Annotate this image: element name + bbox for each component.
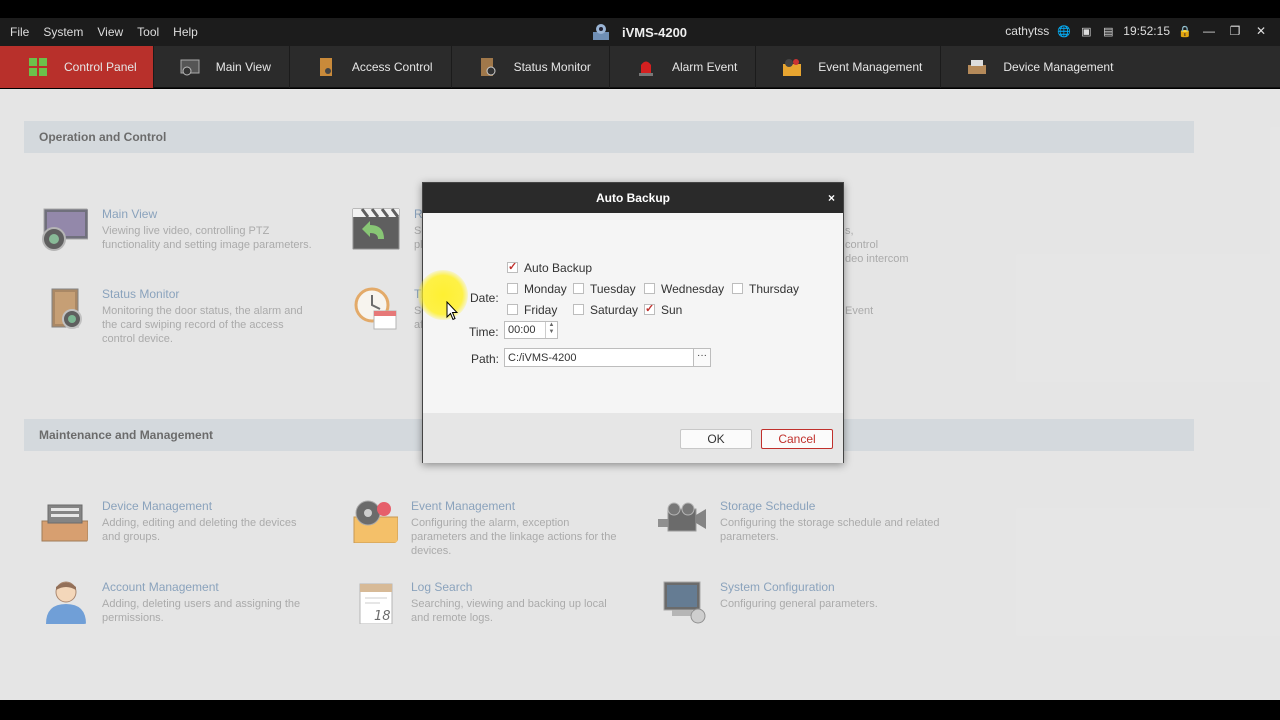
event-management-icon [783,59,802,76]
tab-alarm-event[interactable]: Alarm Event [610,46,757,88]
tab-label: Device Management [1003,60,1114,74]
monday-label: Monday [524,282,567,296]
ram-icon[interactable]: ▤ [1101,24,1115,38]
menu-help[interactable]: Help [173,25,198,39]
menu-view[interactable]: View [97,25,123,39]
clock-time: 19:52:15 [1123,24,1170,38]
spin-down-icon[interactable]: ▼ [546,329,557,336]
user-name: cathytss [1005,24,1050,38]
dialog-title-bar: Auto Backup × [423,183,843,213]
dialog-footer: OK Cancel [423,413,843,463]
friday-checkbox[interactable] [507,304,518,315]
alarm-event-icon [638,61,653,76]
auto-backup-label: Auto Backup [524,261,593,275]
restore-icon[interactable]: ❐ [1226,24,1244,38]
minimize-icon[interactable]: — [1200,24,1218,38]
sunday-checkbox[interactable] [644,302,655,315]
dialog-title: Auto Backup [595,191,670,205]
tab-label: Event Management [818,60,923,74]
app-title: iVMS-4200 [622,24,688,40]
menu-list: File System View Tool Help [10,25,212,39]
auto-backup-checkbox[interactable] [507,260,518,273]
tab-label: Main View [215,60,271,74]
menu-file[interactable]: File [10,25,29,39]
date-label: Date: [470,291,499,305]
tab-main-view[interactable]: Main View [154,46,290,88]
time-spinner[interactable]: ▲ ▼ [545,322,557,338]
tab-device-management[interactable]: Device Management [941,46,1131,88]
tuesday-label: Tuesday [590,282,636,296]
cancel-button[interactable]: Cancel [761,429,833,449]
main-view-icon [180,59,200,76]
ok-button[interactable]: OK [680,429,752,449]
tab-event-management[interactable]: Event Management [756,46,942,88]
menu-bar: File System View Tool Help iVMS-4200 cat… [0,18,1280,46]
tab-label: Access Control [351,60,433,74]
app-title-area: iVMS-4200 [590,22,687,42]
monday-checkbox[interactable] [507,283,518,294]
time-label: Time: [469,325,499,339]
sunday-label: Sun [661,303,683,317]
menu-tool[interactable]: Tool [137,25,159,39]
cursor-highlight [418,270,468,320]
saturday-label: Saturday [590,303,639,317]
close-icon[interactable]: × [828,183,835,213]
time-value: 00:00 [508,324,536,336]
thursday-checkbox[interactable] [732,283,743,294]
tab-access-control[interactable]: Access Control [290,46,452,88]
tab-control-panel[interactable]: Control Panel [0,46,154,88]
control-panel-icon [29,58,47,76]
spin-up-icon[interactable]: ▲ [546,322,557,329]
nav-bar: Control Panel Main View Access Control S… [0,46,1280,88]
lock-icon[interactable]: 🔒 [1178,24,1192,38]
saturday-checkbox[interactable] [573,304,584,315]
tab-label: Alarm Event [671,60,738,74]
friday-label: Friday [524,303,558,317]
wednesday-checkbox[interactable] [644,283,655,294]
status-area: cathytss 🌐 ▣ ▤ 19:52:15 🔒 — ❐ ✕ [1005,24,1270,38]
menu-system[interactable]: System [43,25,83,39]
status-monitor-icon [480,58,496,76]
auto-backup-dialog: Auto Backup × Auto Backup Date: Monday T… [422,182,844,463]
tab-label: Status Monitor [513,60,591,74]
hdd-icon[interactable]: ▣ [1079,24,1093,38]
path-input[interactable]: C:/iVMS-4200 [504,348,694,367]
thursday-label: Thursday [749,282,800,296]
tab-label: Control Panel [64,60,137,74]
globe-icon[interactable]: 🌐 [1057,24,1071,38]
app-logo-icon [593,24,609,40]
path-label: Path: [471,352,500,366]
time-input[interactable]: 00:00 ▲ ▼ [504,321,558,339]
browse-button[interactable]: ··· [693,348,711,367]
close-icon[interactable]: ✕ [1252,24,1270,38]
wednesday-label: Wednesday [661,282,725,296]
access-control-icon [319,58,332,76]
tab-status-monitor[interactable]: Status Monitor [452,46,610,88]
device-management-icon [968,60,987,74]
top-black-bar [0,0,1280,18]
mouse-cursor-icon [446,301,458,321]
dialog-body: Auto Backup Date: Monday Tuesday Wednesd… [423,213,843,413]
path-value: C:/iVMS-4200 [508,352,577,364]
tuesday-checkbox[interactable] [573,283,584,294]
bottom-black-bar [0,700,1280,720]
